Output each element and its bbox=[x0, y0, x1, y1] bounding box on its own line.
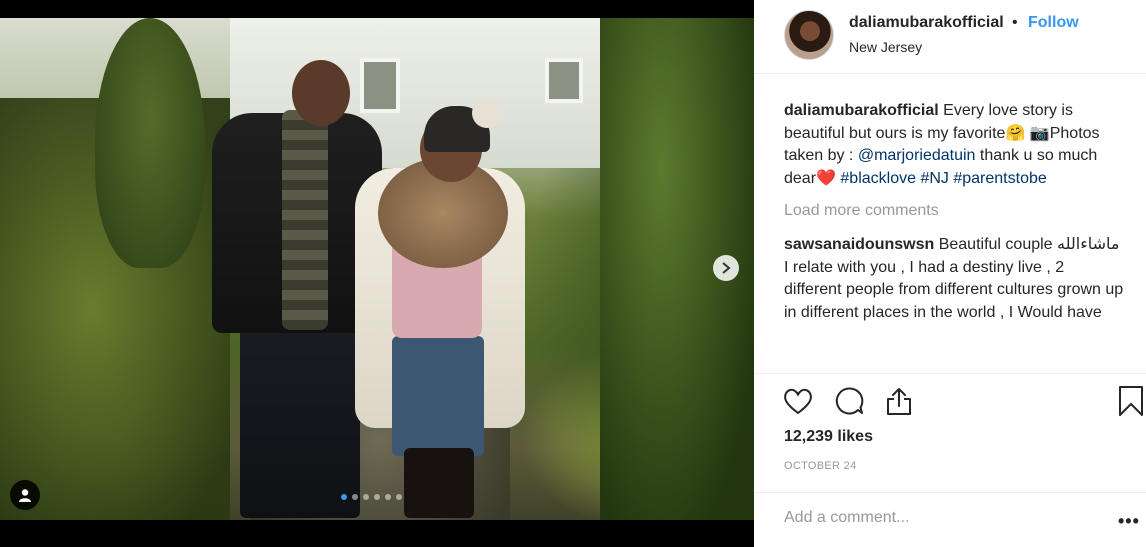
bookmark-icon bbox=[1119, 386, 1143, 416]
man-figure-legs bbox=[240, 318, 360, 518]
hashtag-link[interactable]: #parentstobe bbox=[953, 170, 1046, 187]
hashtag-link[interactable]: #NJ bbox=[920, 170, 948, 187]
post-actions-bar bbox=[754, 373, 1146, 433]
house-window bbox=[545, 58, 583, 103]
post-media-area bbox=[0, 0, 754, 547]
post-side-panel: daliamubarakofficial • Follow New Jersey… bbox=[754, 0, 1146, 547]
man-figure-head bbox=[292, 60, 350, 126]
carousel-dot bbox=[396, 494, 402, 500]
header-separator: • bbox=[1012, 14, 1018, 31]
post-header: daliamubarakofficial • Follow New Jersey bbox=[754, 0, 1146, 74]
like-button[interactable] bbox=[781, 384, 815, 418]
heart-icon bbox=[784, 388, 812, 415]
carousel-dot bbox=[385, 494, 391, 500]
carousel-indicator bbox=[341, 494, 402, 500]
add-comment-bar: ••• bbox=[754, 492, 1146, 547]
share-icon bbox=[887, 388, 911, 415]
save-button[interactable] bbox=[1114, 384, 1146, 418]
chevron-right-icon bbox=[722, 262, 731, 274]
header-username[interactable]: daliamubarakofficial bbox=[849, 14, 1004, 32]
woman-figure-jeans bbox=[392, 336, 484, 456]
more-options-button[interactable]: ••• bbox=[1118, 511, 1140, 532]
add-comment-input[interactable] bbox=[784, 509, 1084, 527]
carousel-dot-active bbox=[341, 494, 347, 500]
comment-item: sawsanaidounswsn Beautiful couple ماشاءا… bbox=[784, 234, 1124, 347]
comment-button[interactable] bbox=[832, 384, 866, 418]
load-more-comments-button[interactable]: Load more comments bbox=[784, 200, 1124, 223]
user-icon bbox=[19, 489, 31, 502]
location-link[interactable]: New Jersey bbox=[849, 39, 922, 55]
hashtag-link[interactable]: #blacklove bbox=[840, 170, 916, 187]
follow-button[interactable]: Follow bbox=[1028, 14, 1079, 32]
tagged-users-button[interactable] bbox=[10, 480, 40, 510]
comment-icon bbox=[835, 387, 864, 415]
mention-link[interactable]: @marjoriedatuin bbox=[858, 147, 976, 164]
man-figure-scarf bbox=[282, 110, 328, 330]
carousel-dot bbox=[374, 494, 380, 500]
evergreen-tree bbox=[95, 18, 205, 268]
woman-figure-boots bbox=[404, 448, 474, 518]
likes-count[interactable]: 12,239 likes bbox=[784, 428, 873, 446]
share-button[interactable] bbox=[882, 384, 916, 418]
woman-figure-pompom bbox=[472, 98, 502, 128]
caption: daliamubarakofficial Every love story is… bbox=[784, 100, 1124, 190]
comment-username[interactable]: sawsanaidounswsn bbox=[784, 236, 934, 253]
post-photo[interactable] bbox=[0, 18, 754, 520]
comments-section: daliamubarakofficial Every love story is… bbox=[784, 100, 1124, 347]
next-slide-button[interactable] bbox=[713, 255, 739, 281]
avatar[interactable] bbox=[784, 10, 834, 60]
carousel-dot bbox=[352, 494, 358, 500]
carousel-dot bbox=[363, 494, 369, 500]
caption-username[interactable]: daliamubarakofficial bbox=[784, 102, 939, 119]
house-window bbox=[360, 58, 400, 113]
post-date: OCTOBER 24 bbox=[784, 460, 857, 472]
